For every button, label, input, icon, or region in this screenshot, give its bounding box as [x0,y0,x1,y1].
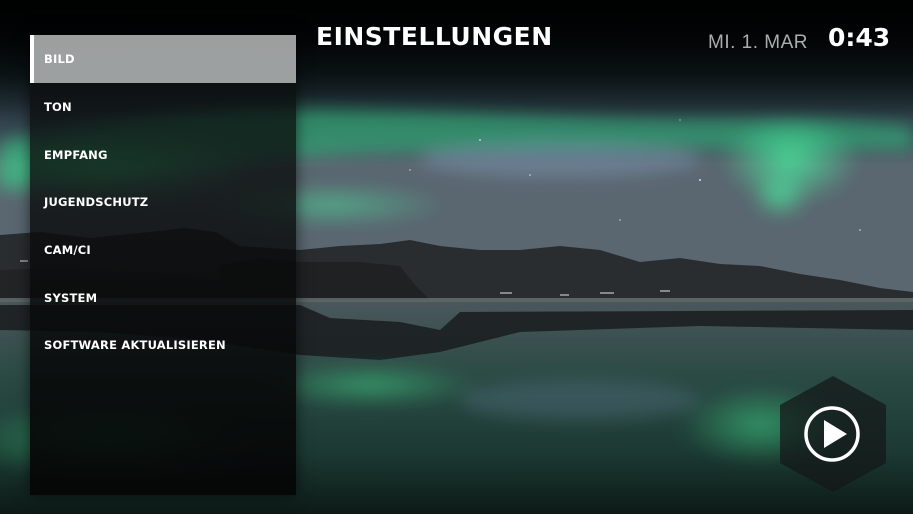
clock-display: 0:43 [828,23,891,52]
settings-menu: BILD TON EMPFANG JUGENDSCHUTZ CAM/CI SYS… [30,35,296,495]
menu-item-cam-ci[interactable]: CAM/CI [30,226,296,274]
date-display: MI. 1. MAR [708,32,809,53]
menu-item-system[interactable]: SYSTEM [30,274,296,322]
menu-item-ton[interactable]: TON [30,83,296,131]
menu-item-software-aktualisieren[interactable]: SOFTWARE AKTUALISIEREN [30,321,296,369]
menu-item-empfang[interactable]: EMPFANG [30,131,296,179]
page-title: EINSTELLUNGEN [316,22,553,51]
menu-item-bild[interactable]: BILD [30,35,296,83]
menu-item-jugendschutz[interactable]: JUGENDSCHUTZ [30,178,296,226]
settings-screen: EINSTELLUNGEN MI. 1. MAR 0:43 BILD TON E… [0,0,913,514]
play-button[interactable] [778,374,888,494]
